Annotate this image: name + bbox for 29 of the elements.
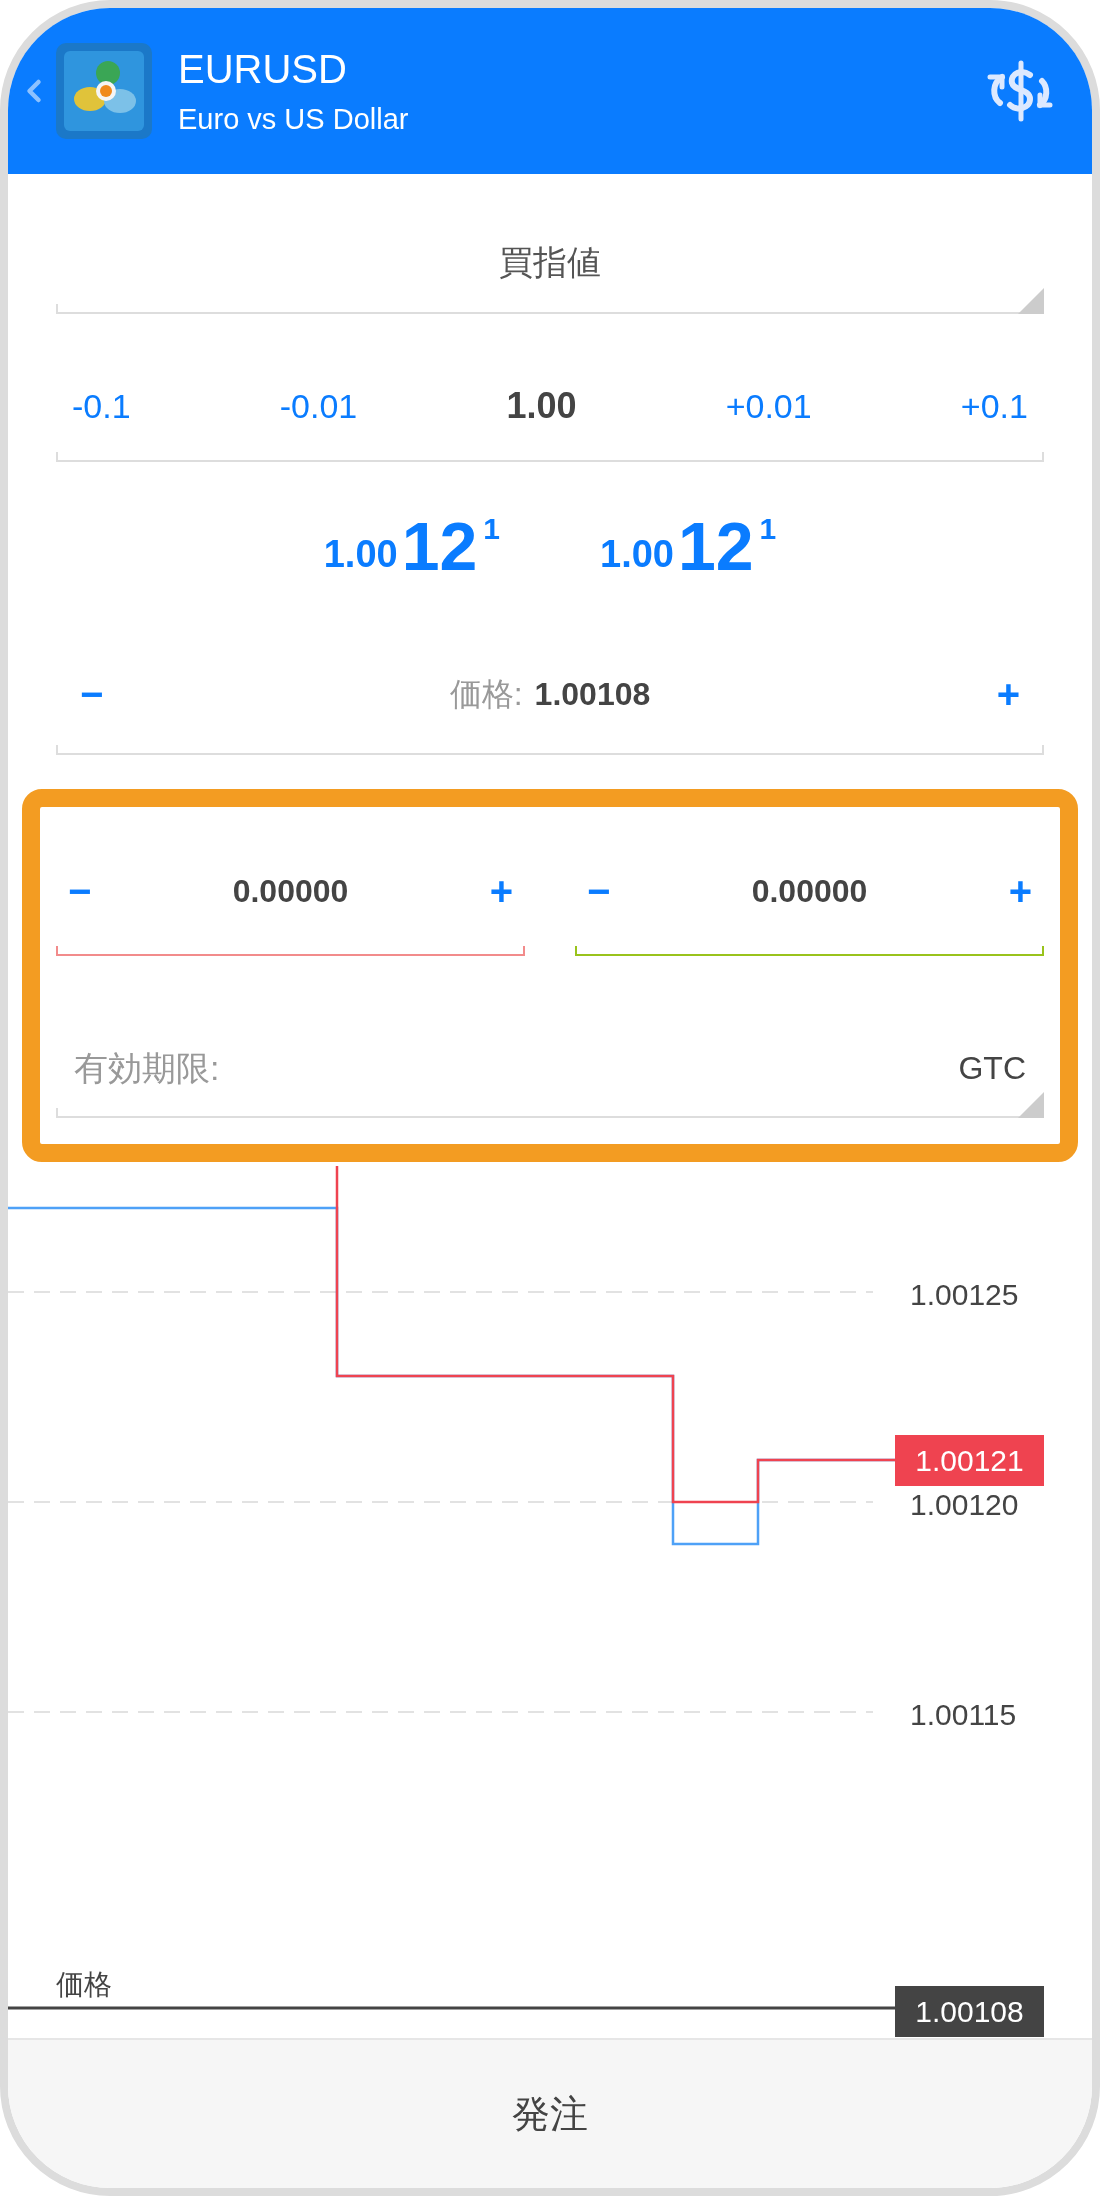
order-type-select[interactable]: 買指値 [56, 174, 1044, 314]
axis-label: 1.00120 [910, 1487, 1019, 1523]
volume-step-button[interactable]: -0.01 [279, 380, 358, 432]
volume-step-button[interactable]: +0.1 [960, 380, 1028, 432]
increase-button[interactable]: + [489, 871, 513, 911]
volume-step-button[interactable]: -0.1 [72, 380, 131, 432]
price-tag: 1.00108 [895, 1986, 1044, 2037]
price-tag: 1.00121 [895, 1435, 1044, 1486]
axis-label: 1.00115 [910, 1697, 1017, 1733]
symbol-description: Euro vs US Dollar [178, 102, 409, 137]
expiry-select[interactable]: 有効期限: GTC [56, 1044, 1044, 1118]
increase-button[interactable]: + [996, 674, 1020, 714]
stop-value: 0.00000 [751, 872, 868, 911]
decrease-button[interactable]: − [80, 674, 104, 714]
order-line-label: 価格 [56, 1968, 112, 2002]
increase-button[interactable]: + [1008, 871, 1032, 911]
dropdown-triangle-icon [1018, 1092, 1044, 1118]
place-order-button[interactable]: 発注 [8, 2038, 1092, 2188]
decrease-button[interactable]: − [587, 871, 611, 911]
stop-value: 0.00000 [232, 872, 349, 911]
app-logo-icon [56, 43, 152, 139]
volume-value: 1.00 [506, 384, 577, 428]
volume-step-button[interactable]: +0.01 [725, 380, 812, 432]
axis-label: 1.00125 [910, 1277, 1019, 1313]
price-value: 1.00108 [534, 675, 651, 714]
decrease-button[interactable]: − [68, 871, 92, 911]
symbol-title: EURUSD [178, 46, 348, 93]
dropdown-triangle-icon [1018, 288, 1044, 314]
price-label: 価格: [449, 675, 523, 714]
